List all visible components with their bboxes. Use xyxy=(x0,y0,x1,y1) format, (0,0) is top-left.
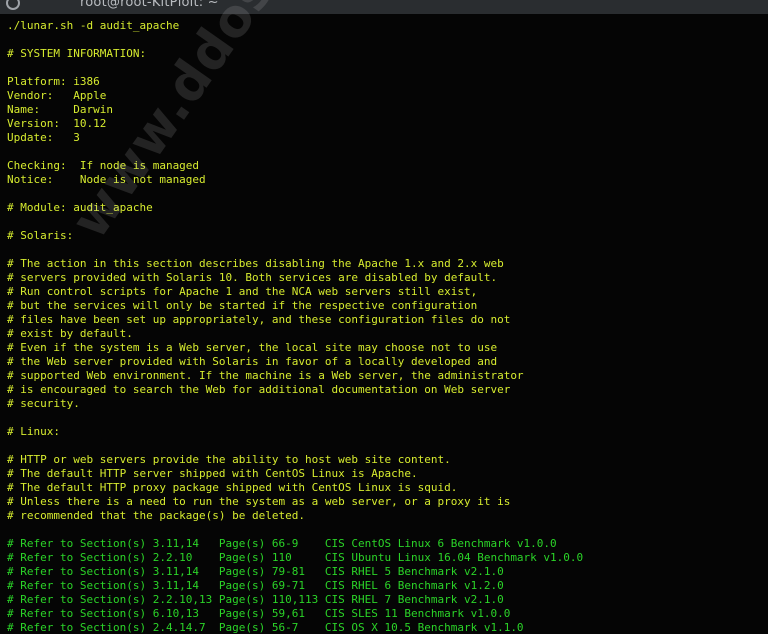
terminal-line: # supported Web environment. If the mach… xyxy=(7,369,524,382)
terminal-icon xyxy=(6,0,20,10)
terminal-output[interactable]: ./lunar.sh -d audit_apache # SYSTEM INFOR… xyxy=(7,19,765,634)
terminal-line: Checking: If node is managed xyxy=(7,159,200,172)
terminal-line: Name: Darwin xyxy=(7,103,113,116)
terminal-line: # Linux: xyxy=(7,425,60,438)
terminal-line: # The action in this section describes d… xyxy=(7,257,504,270)
terminal-window: root@root-KitPloit: ~ ./lunar.sh -d audi… xyxy=(0,0,768,634)
terminal-line: Vendor: Apple xyxy=(7,89,107,102)
terminal-line: # files have been set up appropriately, … xyxy=(7,313,511,326)
terminal-line: # The default HTTP server shipped with C… xyxy=(7,467,418,480)
terminal-line: # the Web server provided with Solaris i… xyxy=(7,355,498,368)
terminal-line: # SYSTEM INFORMATION: xyxy=(7,47,147,60)
terminal-line: # Run control scripts for Apache 1 and t… xyxy=(7,285,478,298)
terminal-line: Notice: Node is not managed xyxy=(7,173,206,186)
terminal-line: # Unless there is a need to run the syst… xyxy=(7,495,511,508)
terminal-line: # Refer to Section(s) 3.11,14 Page(s) 79… xyxy=(7,565,504,578)
terminal-line: Update: 3 xyxy=(7,131,80,144)
terminal-line: # Refer to Section(s) 2.4.14.7 Page(s) 5… xyxy=(7,621,524,634)
terminal-line: # recommended that the package(s) be del… xyxy=(7,509,306,522)
terminal-line: # security. xyxy=(7,397,80,410)
window-title: root@root-KitPloit: ~ xyxy=(80,0,219,10)
terminal-line: # The default HTTP proxy package shipped… xyxy=(7,481,458,494)
terminal-line: # exist by default. xyxy=(7,327,133,340)
terminal-line: Platform: i386 xyxy=(7,75,100,88)
terminal-line: Version: 10.12 xyxy=(7,117,107,130)
terminal-line: # Refer to Section(s) 2.2.10 Page(s) 110… xyxy=(7,551,584,564)
title-bar: root@root-KitPloit: ~ xyxy=(0,0,768,14)
terminal-line: # Even if the system is a Web server, th… xyxy=(7,341,498,354)
terminal-line: # servers provided with Solaris 10. Both… xyxy=(7,271,498,284)
terminal-line: # Module: audit_apache xyxy=(7,201,153,214)
terminal-line: ./lunar.sh -d audit_apache xyxy=(7,19,180,32)
terminal-line: # but the services will only be started … xyxy=(7,299,478,312)
terminal-line: # Refer to Section(s) 2.2.10,13 Page(s) … xyxy=(7,593,504,606)
terminal-line: # is encouraged to search the Web for ad… xyxy=(7,383,511,396)
terminal-line: # HTTP or web servers provide the abilit… xyxy=(7,453,451,466)
terminal-line: # Solaris: xyxy=(7,229,74,242)
terminal-line: # Refer to Section(s) 3.11,14 Page(s) 69… xyxy=(7,579,504,592)
terminal-line: # Refer to Section(s) 6.10,13 Page(s) 59… xyxy=(7,607,511,620)
terminal-line: # Refer to Section(s) 3.11,14 Page(s) 66… xyxy=(7,537,557,550)
